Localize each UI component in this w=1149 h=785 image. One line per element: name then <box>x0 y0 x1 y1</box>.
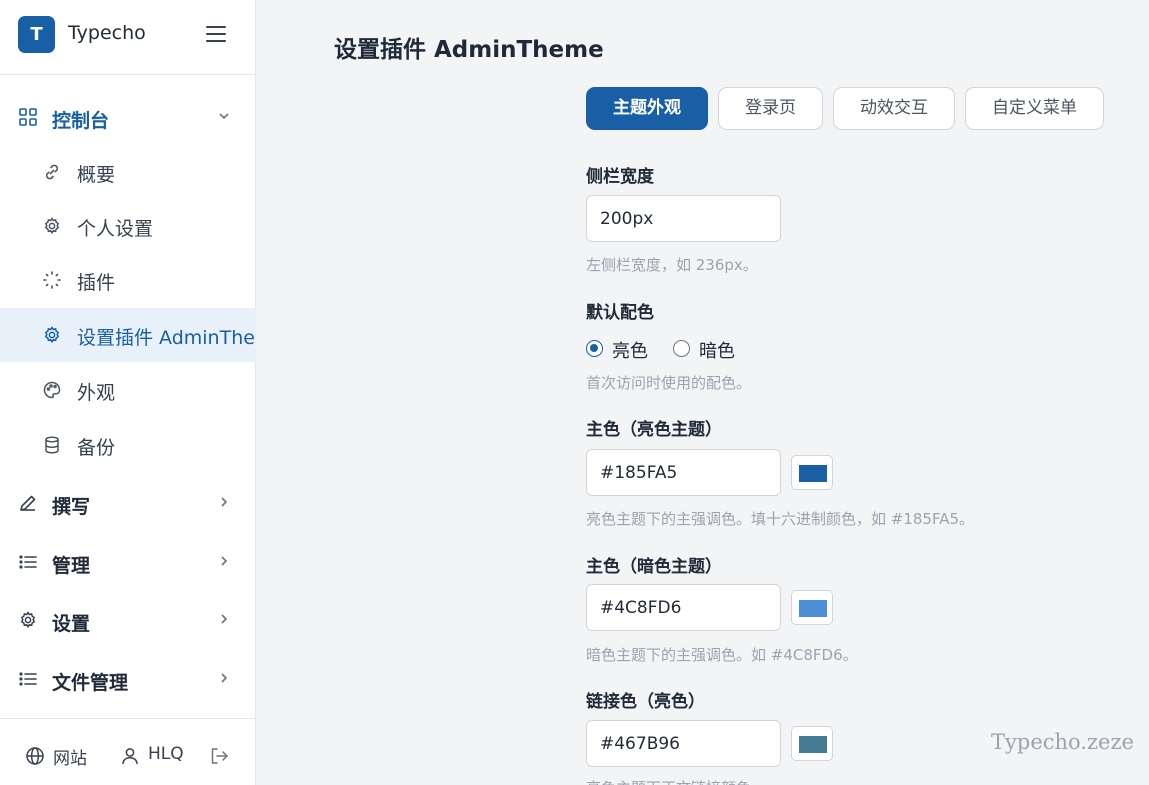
link-light-color-picker[interactable] <box>791 726 833 761</box>
logout-icon <box>211 748 228 764</box>
sidebar-width-input[interactable] <box>586 195 781 242</box>
color-swatch <box>799 600 827 617</box>
primary-dark-color-picker[interactable] <box>791 590 833 625</box>
sidebar-subitem-overview[interactable]: 概要 <box>0 145 256 199</box>
brand-name[interactable]: Typecho <box>68 22 146 44</box>
gear-icon <box>20 611 36 629</box>
radio-label: 暗色 <box>699 341 735 362</box>
app-root: T Typecho 控制台 概要 个人设置 插件 设置插件 AdminThe 外… <box>0 0 1149 785</box>
sidebar-subitem-label: 个人设置 <box>77 218 154 240</box>
link-light-input[interactable] <box>586 720 781 767</box>
sidebar-item-label: 撰写 <box>52 496 91 518</box>
tab-theme-appearance[interactable]: 主题外观 <box>586 87 708 130</box>
grid-icon <box>19 108 37 126</box>
primary-dark-input[interactable] <box>586 584 781 631</box>
tab-animation[interactable]: 动效交互 <box>833 87 955 130</box>
chevron-right-icon <box>221 673 228 683</box>
sidebar-width-hint: 左侧栏宽度，如 236px。 <box>586 256 758 274</box>
sidebar-subitem-admintheme-settings[interactable]: 设置插件 AdminTheme <box>0 308 256 362</box>
sidebar-item-file-manager[interactable]: 文件管理 <box>0 654 256 706</box>
primary-dark-label: 主色（暗色主题） <box>586 557 722 577</box>
sidebar-subitem-plugins[interactable]: 插件 <box>0 253 256 307</box>
chevron-right-icon <box>221 614 228 624</box>
color-swatch <box>799 736 827 753</box>
chevron-down-icon <box>219 113 229 120</box>
menu-toggle-icon[interactable] <box>206 26 226 42</box>
user-name: HLQ <box>148 744 184 764</box>
globe-icon <box>26 747 44 765</box>
database-icon <box>45 436 59 454</box>
tab-login-page[interactable]: 登录页 <box>718 87 823 130</box>
primary-light-input[interactable] <box>586 449 781 496</box>
default-scheme-hint: 首次访问时使用的配色。 <box>586 374 752 392</box>
primary-dark-hint: 暗色主题下的主强调色。如 #4C8FD6。 <box>586 646 858 664</box>
sidebar-item-manage[interactable]: 管理 <box>0 537 256 589</box>
gear-icon <box>44 326 60 344</box>
radio-dot <box>586 340 603 357</box>
primary-light-label: 主色（亮色主题） <box>586 420 722 440</box>
sidebar-subitem-backup[interactable]: 备份 <box>0 418 256 472</box>
sidebar-subitem-profile[interactable]: 个人设置 <box>0 199 256 253</box>
sidebar-subitem-label: 插件 <box>77 272 116 294</box>
link-icon <box>45 164 59 180</box>
radio-label: 亮色 <box>612 341 648 362</box>
sidebar: T Typecho 控制台 概要 个人设置 插件 设置插件 AdminThe 外… <box>0 0 256 785</box>
sidebar-item-dashboard[interactable]: 控制台 <box>0 92 256 144</box>
gear-icon <box>44 217 60 235</box>
link-light-hint: 亮色主题下正文链接颜色。 <box>586 777 766 785</box>
page-title: 设置插件 AdminTheme <box>334 37 604 63</box>
chevron-right-icon <box>221 497 228 507</box>
list-icon <box>19 555 37 569</box>
sidebar-subitem-label: 备份 <box>77 437 116 459</box>
sidebar-subitem-appearance[interactable]: 外观 <box>0 363 256 417</box>
sidebar-item-label: 控制台 <box>52 110 110 132</box>
palette-icon <box>43 381 61 399</box>
sidebar-subitem-label: 概要 <box>77 164 116 186</box>
chevron-right-icon <box>221 556 228 566</box>
pencil-icon <box>20 495 36 511</box>
color-swatch <box>799 465 827 482</box>
sidebar-item-label: 文件管理 <box>52 672 129 694</box>
sidebar-item-label: 管理 <box>52 555 91 577</box>
list-icon <box>19 672 37 686</box>
plugin-icon <box>43 271 61 289</box>
primary-light-color-picker[interactable] <box>791 455 833 490</box>
sidebar-item-settings[interactable]: 设置 <box>0 595 256 647</box>
watermark: Typecho.zeze <box>991 730 1134 754</box>
sidebar-item-label: 设置 <box>52 613 91 635</box>
default-scheme-label: 默认配色 <box>586 303 654 323</box>
sidebar-width-label: 侧栏宽度 <box>586 167 654 187</box>
sidebar-item-write[interactable]: 撰写 <box>0 478 256 530</box>
brand-header: T Typecho <box>0 0 256 75</box>
link-light-label: 链接色（亮色） <box>586 692 705 712</box>
sidebar-subitem-label: 设置插件 AdminTheme <box>77 327 256 349</box>
sidebar-footer: 网站 HLQ <box>0 718 256 785</box>
radio-dot <box>673 340 690 357</box>
logo[interactable]: T <box>18 16 55 53</box>
sidebar-subitem-label: 外观 <box>77 382 116 404</box>
logout-button[interactable] <box>209 744 231 768</box>
tab-custom-menu[interactable]: 自定义菜单 <box>965 87 1104 130</box>
primary-light-hint: 亮色主题下的主强调色。填十六进制颜色，如 #185FA5。 <box>586 510 975 528</box>
user-icon <box>122 748 138 765</box>
site-link-label: 网站 <box>53 749 87 769</box>
